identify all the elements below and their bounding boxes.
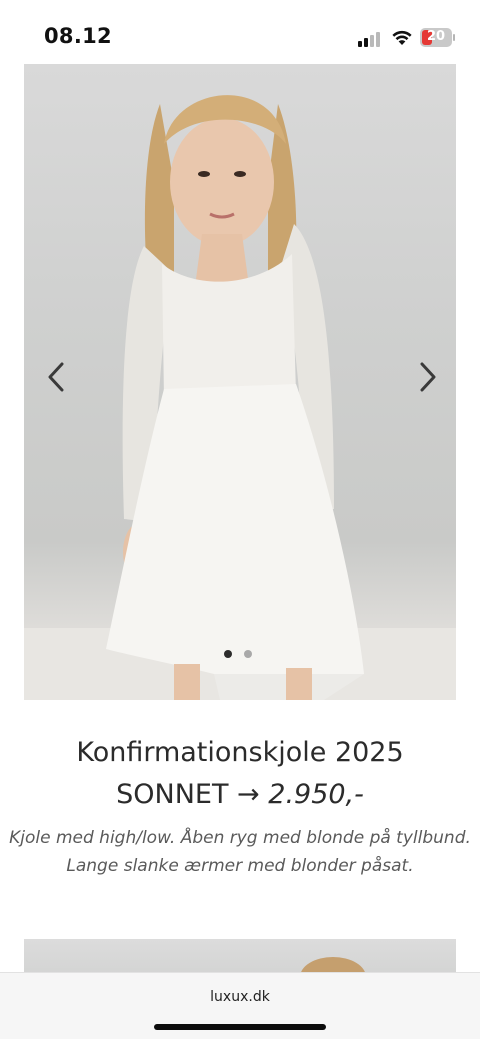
product-image-carousel[interactable] [24,64,456,700]
battery-level: 20 [426,29,446,44]
url-text[interactable]: luxux.dk [0,989,480,1005]
previous-image-button[interactable] [36,354,76,400]
description-line-1: Kjole med high/low. Åben ryg med blonde … [9,828,471,848]
carousel-dot[interactable] [244,650,252,658]
product-title: Konfirmationskjole 2025 SONNET → 2.950,- [0,732,480,816]
carousel-dot-active[interactable] [224,650,232,658]
battery-icon: 20 [420,28,455,47]
chevron-left-icon [48,362,64,392]
status-bar: 08.12 20 [0,0,480,62]
product-category-title: Konfirmationskjole 2025 [76,737,404,768]
product-description: Kjole med high/low. Åben ryg med blonde … [0,824,480,880]
product-name: SONNET [116,779,229,810]
browser-address-bar[interactable]: luxux.dk [0,972,480,1039]
description-line-2: Lange slanke ærmer med blonder påsat. [66,856,414,876]
signal-icon [358,31,384,47]
carousel-pagination [222,648,258,660]
product-photo [106,95,364,700]
wifi-icon [390,28,414,46]
chevron-right-icon [420,362,436,392]
next-image-button[interactable] [408,354,448,400]
status-time: 08.12 [44,24,112,48]
product-price: 2.950,- [268,779,364,810]
product-name-price: SONNET → 2.950,- [0,774,480,816]
arrow-icon: → [237,779,260,810]
home-indicator[interactable] [154,1024,326,1030]
